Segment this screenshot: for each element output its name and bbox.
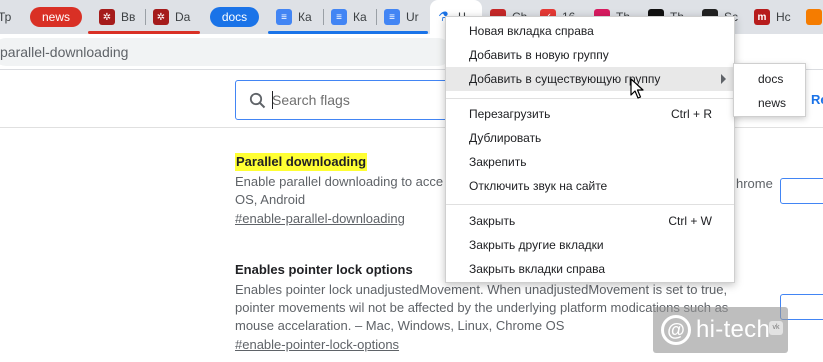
tab-title: Ка xyxy=(298,10,312,24)
address-bar[interactable]: parallel-downloading xyxy=(0,38,452,66)
submenu-item-docs[interactable]: docs xyxy=(734,67,805,91)
flag-state-select[interactable] xyxy=(780,178,823,204)
menu-item-label: Закрыть вкладки справа xyxy=(469,262,606,276)
flag-title: Enables pointer lock options xyxy=(235,262,413,277)
menu-item-close-others[interactable]: Закрыть другие вкладки xyxy=(446,233,734,257)
google-docs-icon: ≡ xyxy=(331,9,347,25)
submenu-item-label: news xyxy=(758,96,787,110)
menu-item-new-tab-right[interactable]: Новая вкладка справа xyxy=(446,19,734,43)
menu-item-label: Закрыть другие вкладки xyxy=(469,238,604,252)
m-logo-icon: m xyxy=(754,9,770,25)
tab-context-menu: Новая вкладка справа Добавить в новую гр… xyxy=(445,16,735,283)
flag-description-line: Enable parallel downloading to acce xyxy=(235,174,444,189)
tab-docs-3[interactable]: ≡ Ur xyxy=(378,4,428,30)
dotted-red-icon: ✲ xyxy=(153,9,169,25)
text-caret xyxy=(272,91,273,109)
tab-title: Hc xyxy=(776,10,791,24)
tab-group-news-chip[interactable]: news xyxy=(30,7,82,27)
tab-title: Ur xyxy=(406,10,419,24)
tab-title: Вв xyxy=(121,10,136,24)
submenu-item-label: docs xyxy=(758,72,784,86)
menu-item-duplicate[interactable]: Дублировать xyxy=(446,126,734,150)
tab-title: Ка xyxy=(353,10,367,24)
tab-docs-1[interactable]: ≡ Ка xyxy=(270,4,322,30)
google-docs-icon: ≡ xyxy=(384,9,400,25)
tab-separator xyxy=(145,9,146,25)
tab-docs-2[interactable]: ≡ Ка xyxy=(325,4,375,30)
tab-group-label: docs xyxy=(221,10,248,24)
flag-description-line: Enables pointer lock unadjustedMovement.… xyxy=(235,282,728,297)
vk-badge-icon: vk xyxy=(769,321,783,335)
tab-title: Da xyxy=(175,10,191,24)
menu-item-mute-site[interactable]: Отключить звук на сайте xyxy=(446,174,734,198)
menu-item-label: Закрыть xyxy=(469,214,516,228)
menu-item-close-right[interactable]: Закрыть вкладки справа xyxy=(446,257,734,281)
at-symbol: @ xyxy=(667,319,685,340)
menu-item-label: Новая вкладка справа xyxy=(469,24,594,38)
flag-description-tail: hrome xyxy=(736,176,773,191)
tab-news-1[interactable]: ✲ Вв xyxy=(93,4,143,30)
menu-item-add-new-group[interactable]: Добавить в новую группу xyxy=(446,43,734,67)
tab-other-7[interactable] xyxy=(800,4,823,30)
submenu-item-news[interactable]: news xyxy=(734,91,805,115)
menu-item-label: Добавить в новую группу xyxy=(469,48,609,62)
tab-partial[interactable]: Тр xyxy=(0,4,16,30)
at-logo-icon: @ xyxy=(661,315,691,345)
menu-separator xyxy=(446,204,734,205)
tab-group-docs-chip[interactable]: docs xyxy=(210,7,259,27)
menu-item-label: Отключить звук на сайте xyxy=(469,179,608,193)
menu-separator xyxy=(446,98,734,99)
google-docs-icon: ≡ xyxy=(276,9,292,25)
menu-item-add-existing-group[interactable]: Добавить в существующую группу xyxy=(446,67,734,91)
mouse-cursor-icon xyxy=(630,78,644,99)
tab-news-2[interactable]: ✲ Da xyxy=(147,4,197,30)
tab-group-label: news xyxy=(41,10,70,24)
flag-title: Parallel downloading xyxy=(235,153,368,171)
url-text: parallel-downloading xyxy=(0,44,129,60)
menu-shortcut: Ctrl + W xyxy=(668,214,712,228)
tab-other-6[interactable]: m Hc xyxy=(748,4,796,30)
menu-item-pin[interactable]: Закрепить xyxy=(446,150,734,174)
menu-item-label: Перезагрузить xyxy=(469,107,551,121)
tab-title: Тр xyxy=(0,10,12,24)
tab-separator xyxy=(323,9,324,25)
submenu-arrow-icon xyxy=(721,74,726,84)
menu-item-label: Закрепить xyxy=(469,155,527,169)
reset-all-button[interactable]: Re xyxy=(811,92,823,107)
existing-groups-submenu: docs news xyxy=(733,63,806,117)
tab-separator xyxy=(376,9,377,25)
menu-item-close[interactable]: Закрыть Ctrl + W xyxy=(446,209,734,233)
flag-description-line: OS, Android xyxy=(235,192,306,207)
orange-icon xyxy=(806,9,822,25)
menu-item-reload[interactable]: Перезагрузить Ctrl + R xyxy=(446,102,734,126)
menu-item-label: Дублировать xyxy=(469,131,542,145)
dotted-red-icon: ✲ xyxy=(99,9,115,25)
search-icon xyxy=(249,92,266,109)
menu-shortcut: Ctrl + R xyxy=(670,107,712,121)
flag-description-line: mouse accelaration. – Mac, Windows, Linu… xyxy=(235,318,565,333)
hi-tech-watermark: @ hi-tech vk xyxy=(653,307,788,353)
watermark-text: hi-tech xyxy=(696,316,771,343)
